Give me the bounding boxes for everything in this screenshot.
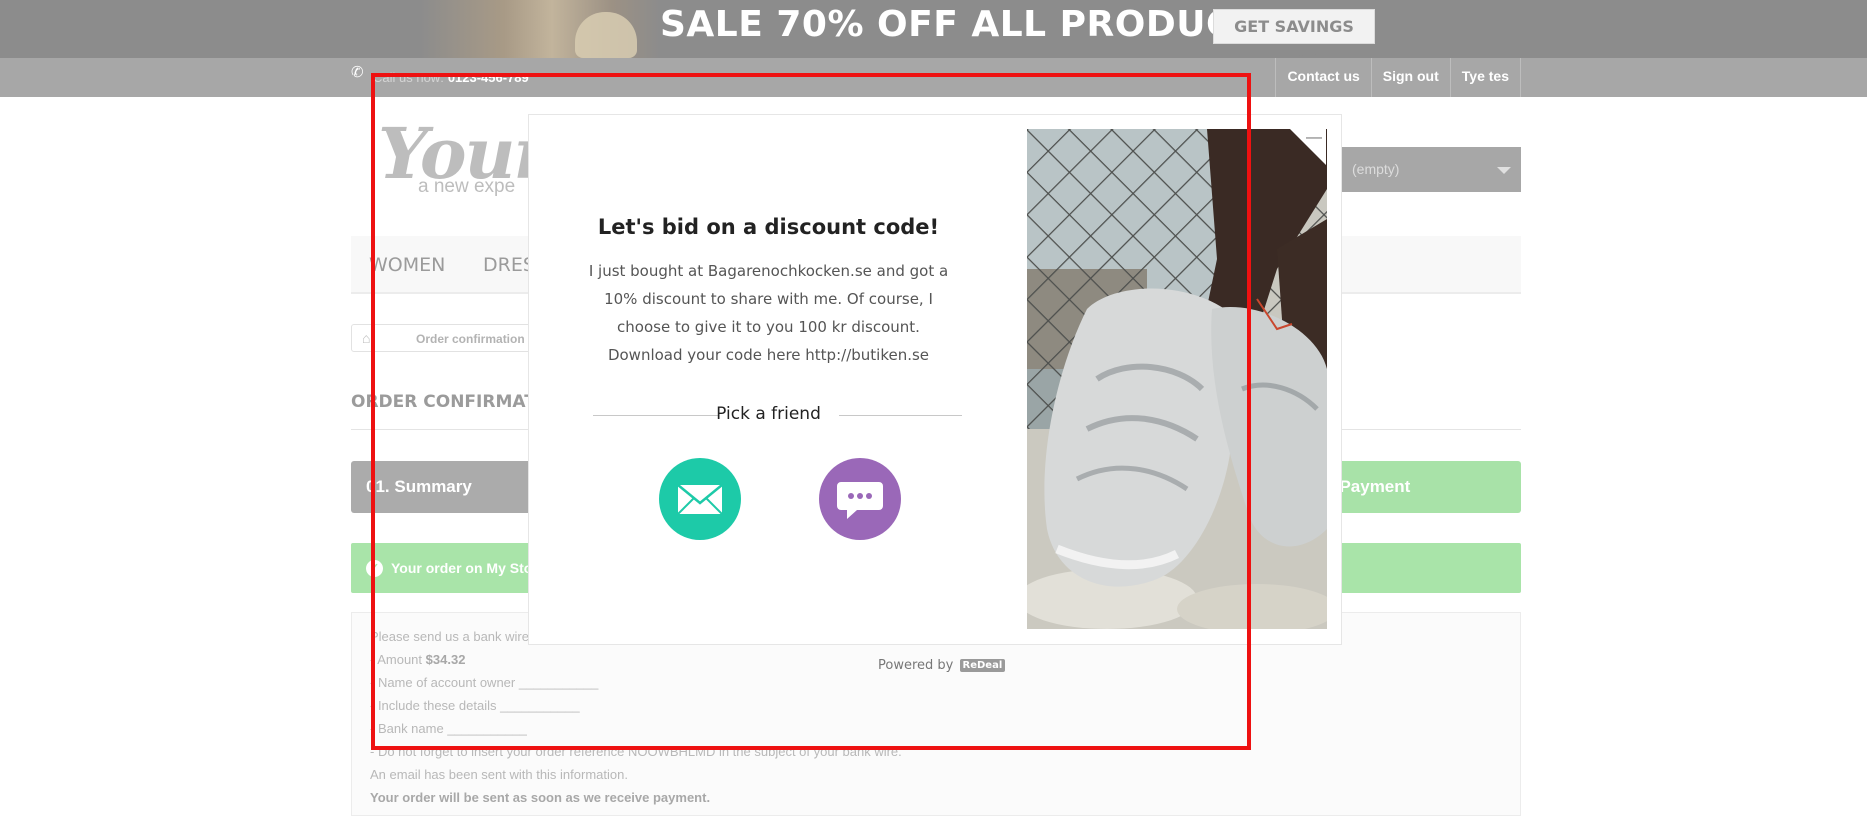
caret-down-icon (1497, 167, 1511, 174)
redeal-logo-re: Re (962, 660, 977, 671)
cart-dropdown[interactable]: (empty) (1328, 147, 1521, 192)
breadcrumb-current: Order confirmation (416, 332, 525, 346)
sale-banner: SALE 70% OFF ALL PRODUCTS GET SAVINGS NO… (0, 0, 1867, 58)
call-us-text: Call us now: 0123-456-789 (373, 70, 529, 85)
phone-number: 0123-456-789 (447, 70, 529, 85)
phone-icon: ✆ (351, 64, 364, 81)
order-success-text: Your order on My Stor (391, 560, 538, 576)
details-line: - Do not forget to insert your order ref… (370, 744, 902, 759)
amount-label: - Amount (370, 652, 423, 667)
details-line: An email has been sent with this informa… (370, 767, 628, 782)
pick-a-friend-label: Pick a friend (716, 404, 821, 424)
details-amount: - Amount $34.32 (370, 652, 465, 667)
call-label: Call us now: (373, 70, 444, 85)
cart-status: (empty) (1352, 161, 1400, 177)
step-payment: . Payment (1320, 461, 1521, 513)
page-title: ORDER CONFIRMATI (351, 392, 543, 412)
details-line: - Bank name ___________ (370, 721, 527, 736)
powered-label: Powered by (878, 658, 954, 673)
home-icon[interactable]: ⌂ (362, 330, 370, 346)
contact-us-link[interactable]: Contact us (1275, 58, 1370, 97)
account-links: Contact us Sign out Tye tes (1275, 58, 1521, 97)
share-email-button[interactable] (659, 458, 741, 540)
details-line: - Include these details ___________ (370, 698, 580, 713)
powered-by: Powered by ReDeal (878, 658, 1006, 673)
get-savings-button[interactable]: GET SAVINGS NOW (1213, 9, 1375, 58)
details-line: Your order will be sent as soon as we re… (370, 790, 710, 805)
sneakers-photo (1027, 129, 1327, 629)
store-logo-tagline: a new expe (418, 176, 516, 197)
menu-item-women[interactable]: WOMEN (369, 254, 445, 276)
check-icon: ✓ (366, 560, 383, 577)
details-line: - Name of account owner ___________ (370, 675, 599, 690)
banner-headline: SALE 70% OFF ALL PRODUCTS (660, 4, 1285, 45)
minus-icon[interactable]: — (1305, 130, 1323, 146)
amount-value: $34.32 (425, 652, 466, 667)
chat-bubble-icon (837, 482, 883, 519)
envelope-icon (677, 484, 723, 515)
sign-out-link[interactable]: Sign out (1370, 58, 1450, 97)
details-shipping-note: Your order will be sent as soon as we re… (370, 790, 711, 805)
details-line: Please send us a bank wire (370, 629, 529, 644)
share-sms-button[interactable] (819, 458, 901, 540)
top-nav-bar: ✆ Call us now: 0123-456-789 Contact us Si… (0, 58, 1867, 97)
modal-title: Let's bid on a discount code! (597, 215, 940, 239)
modal-message: I just bought at Bagarenochkocken.se and… (588, 262, 949, 364)
discount-share-modal: Let's bid on a discount code! I just bou… (528, 114, 1342, 645)
account-name-link[interactable]: Tye tes (1449, 58, 1521, 97)
redeal-logo[interactable]: ReDeal (959, 659, 1006, 672)
redeal-logo-deal: Deal (976, 660, 1003, 671)
